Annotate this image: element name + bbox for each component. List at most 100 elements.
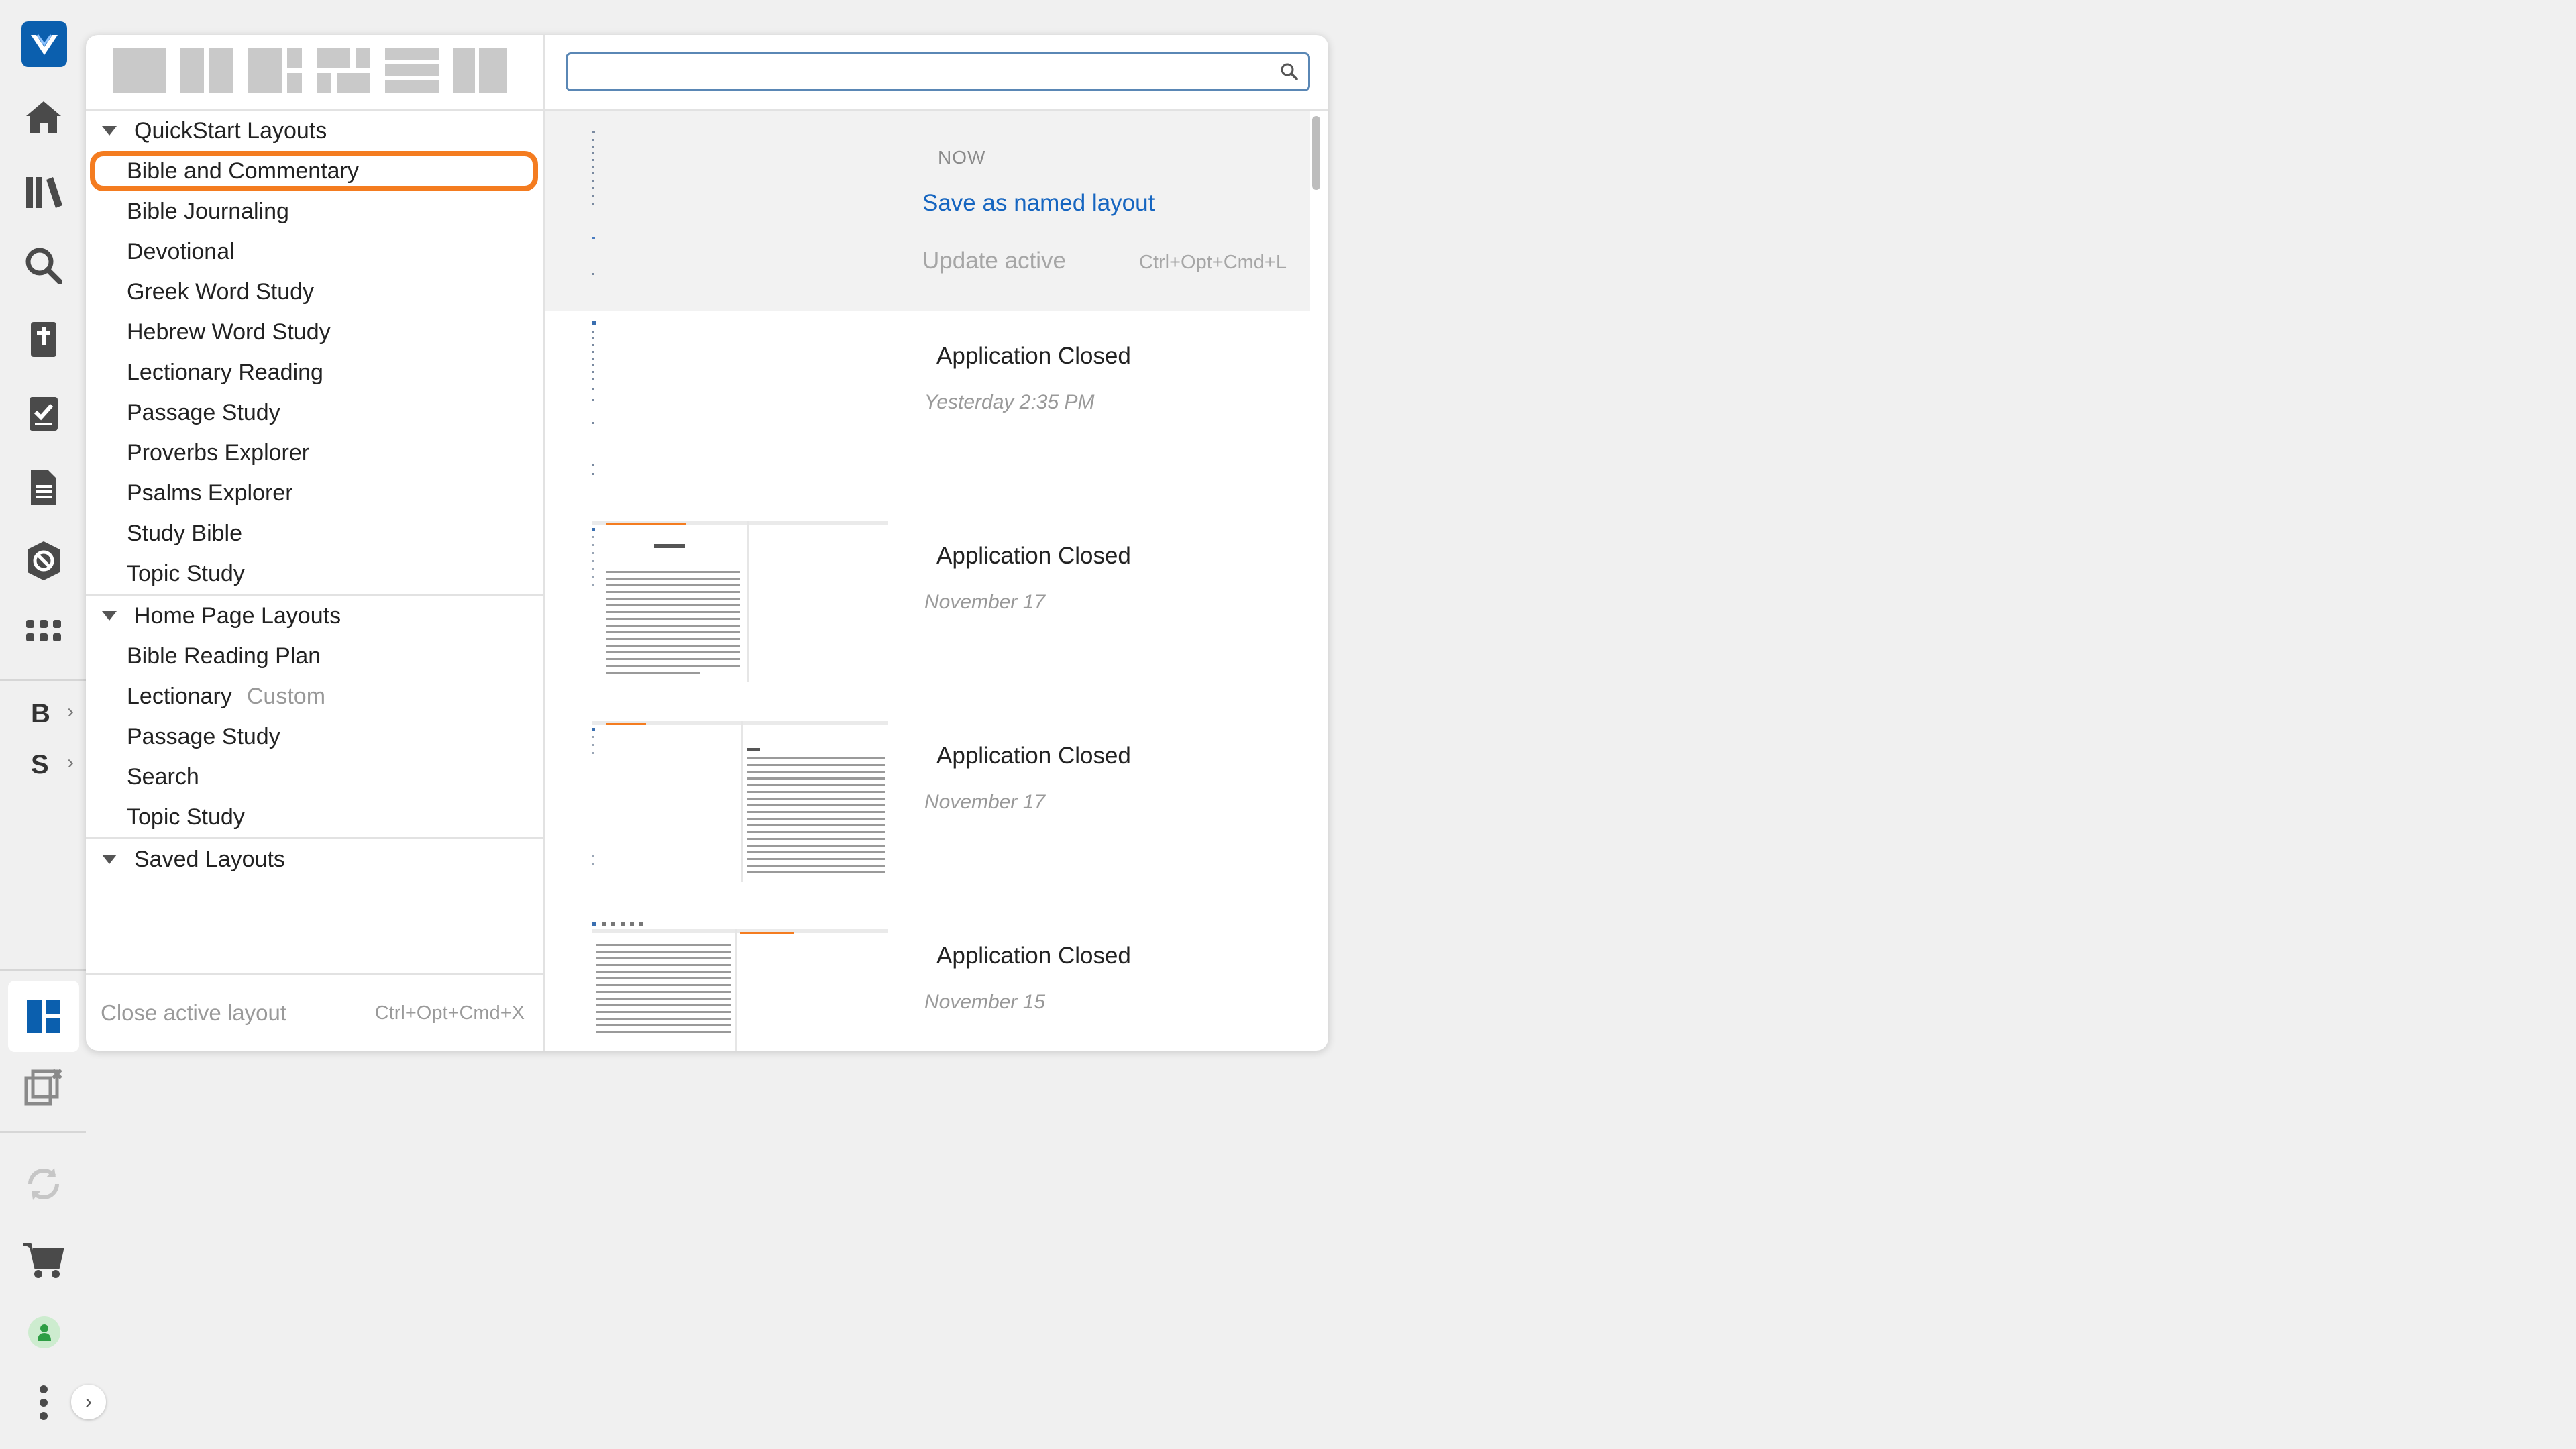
shortcut-s[interactable]: S [31,750,49,780]
layout-item-text: Devotional [127,238,235,264]
layout-item-lectionary[interactable]: Lectionary Custom [86,676,543,716]
layout-item-text: Lectionary Reading [127,359,323,385]
user-icon[interactable] [28,1316,60,1348]
history-entry[interactable]: Application Closed November 17 [545,511,1310,710]
chevron-right-icon[interactable]: › [67,700,74,723]
layout-item-text: Search [127,763,199,790]
group-quickstart-layouts[interactable]: QuickStart Layouts [86,111,543,151]
layout-item-passage-study[interactable]: Passage Study [86,392,543,433]
cart-icon[interactable] [16,1233,71,1288]
search-icon[interactable] [1280,62,1299,85]
checklist-icon[interactable] [16,386,71,441]
history-entry-title: Application Closed [936,743,1131,769]
guide-icon[interactable] [16,533,71,588]
layout-item-text: Passage Study [127,723,280,749]
layout-item-text: Lectionary [127,683,232,709]
layout-item-proverbs-explorer[interactable]: Proverbs Explorer [86,433,543,473]
rail-separator [0,969,86,971]
layout-item-label: Lectionary Reading [127,360,323,386]
layout-item-label: Bible and Commentary [127,158,359,184]
close-active-layout-label: Close active layout [101,1000,286,1025]
apps-grid-icon[interactable] [16,607,71,662]
history-entry-date: November 17 [924,591,1046,613]
expand-triangle-icon[interactable] [102,855,117,864]
layout-item-text: Proverbs Explorer [127,439,310,466]
layout-item-label: Search [127,764,199,790]
shortcut-b[interactable]: B [31,699,50,729]
layout-item-topic-study[interactable]: Topic Study [86,797,543,837]
layout-two-column-icon[interactable] [180,48,233,93]
layout-item-label: Passage Study [127,724,280,750]
save-as-named-layout-link[interactable]: Save as named layout [922,190,1155,217]
layouts-panel: QuickStart Layouts Bible and Commentary Bi… [86,35,1328,1051]
history-entry[interactable]: Application Closed Yesterday 2:35 PM [545,311,1310,511]
layout-history-list: NOW Save as named layout Update active C… [545,111,1310,1051]
layout-item-text: Psalms Explorer [127,480,293,506]
layout-split-icon[interactable] [453,48,507,93]
history-entry[interactable]: Application Closed November 17 [545,710,1310,910]
scrollbar-thumb[interactable] [1312,116,1320,190]
group-label: Saved Layouts [134,846,285,872]
close-layouts-icon[interactable] [16,1060,71,1115]
rail-separator [0,679,86,681]
layout-item-text: Topic Study [127,560,245,586]
home-icon[interactable] [16,90,71,145]
layout-four-pane-icon[interactable] [317,48,370,93]
group-label: QuickStart Layouts [134,117,327,144]
layout-single-icon[interactable] [113,48,166,93]
more-icon[interactable] [16,1375,71,1430]
layout-item-bible-reading-plan[interactable]: Bible Reading Plan [86,636,543,676]
history-entry-date: November 17 [924,791,1046,813]
layout-item-hebrew-word-study[interactable]: Hebrew Word Study [86,312,543,352]
layout-item-label: Hebrew Word Study [127,319,331,345]
layout-item-label: Lectionary Custom [127,684,325,710]
layout-item-search[interactable]: Search [86,757,543,797]
document-icon[interactable] [16,460,71,515]
expand-sidebar-button[interactable]: › [71,1385,106,1419]
close-active-layout[interactable]: Close active layout Ctrl+Opt+Cmd+X [86,973,543,1051]
search-icon[interactable] [16,238,71,293]
bible-icon[interactable] [16,312,71,367]
layout-item-text: Bible and Commentary [127,158,359,184]
layout-rows-icon[interactable] [385,48,439,93]
close-active-layout-shortcut: Ctrl+Opt+Cmd+X [374,1002,525,1024]
expand-triangle-icon[interactable] [102,126,117,136]
layout-search-input[interactable] [566,52,1310,91]
layout-item-label: Study Bible [127,521,242,547]
app-logo-icon[interactable] [21,21,67,67]
layouts-list-pane: QuickStart Layouts Bible and Commentary Bi… [86,35,545,1051]
layout-item-passage-study[interactable]: Passage Study [86,716,543,757]
layout-item-greek-word-study[interactable]: Greek Word Study [86,272,543,312]
layout-item-label: Bible Reading Plan [127,643,321,669]
history-entry[interactable]: Application Closed November 15 [545,910,1310,1051]
history-entry-date: November 15 [924,991,1046,1013]
rail-separator [0,1131,86,1133]
layout-item-topic-study[interactable]: Topic Study [86,553,543,594]
layouts-icon[interactable] [8,981,79,1052]
update-active-button[interactable]: Update active [922,248,1066,274]
layout-thumbnail [592,721,888,882]
layout-item-devotional[interactable]: Devotional [86,231,543,272]
group-saved-layouts[interactable]: Saved Layouts [86,837,543,879]
layout-item-study-bible[interactable]: Study Bible [86,513,543,553]
history-scrollbar[interactable] [1312,111,1320,1051]
library-icon[interactable] [16,164,71,219]
layout-item-bible-and-commentary[interactable]: Bible and Commentary [90,151,538,191]
layout-item-bible-journaling[interactable]: Bible Journaling [86,191,543,231]
custom-badge: Custom [246,683,326,709]
layout-item-text: Bible Journaling [127,198,289,224]
layout-thumbnail [592,521,888,682]
app-sidebar: B › S › › [0,0,106,1449]
layout-thumbnail [592,921,888,1051]
group-home-page-layouts[interactable]: Home Page Layouts [86,594,543,636]
layout-item-label: Topic Study [127,561,245,587]
layout-item-text: Bible Reading Plan [127,643,321,669]
layout-item-lectionary-reading[interactable]: Lectionary Reading [86,352,543,392]
history-entry-title: Application Closed [936,343,1131,369]
chevron-right-icon[interactable]: › [67,751,74,774]
expand-triangle-icon[interactable] [102,611,117,621]
layout-item-psalms-explorer[interactable]: Psalms Explorer [86,473,543,513]
sync-icon[interactable] [16,1157,71,1212]
layout-three-pane-icon[interactable] [248,48,302,93]
layout-item-text: Study Bible [127,520,242,546]
